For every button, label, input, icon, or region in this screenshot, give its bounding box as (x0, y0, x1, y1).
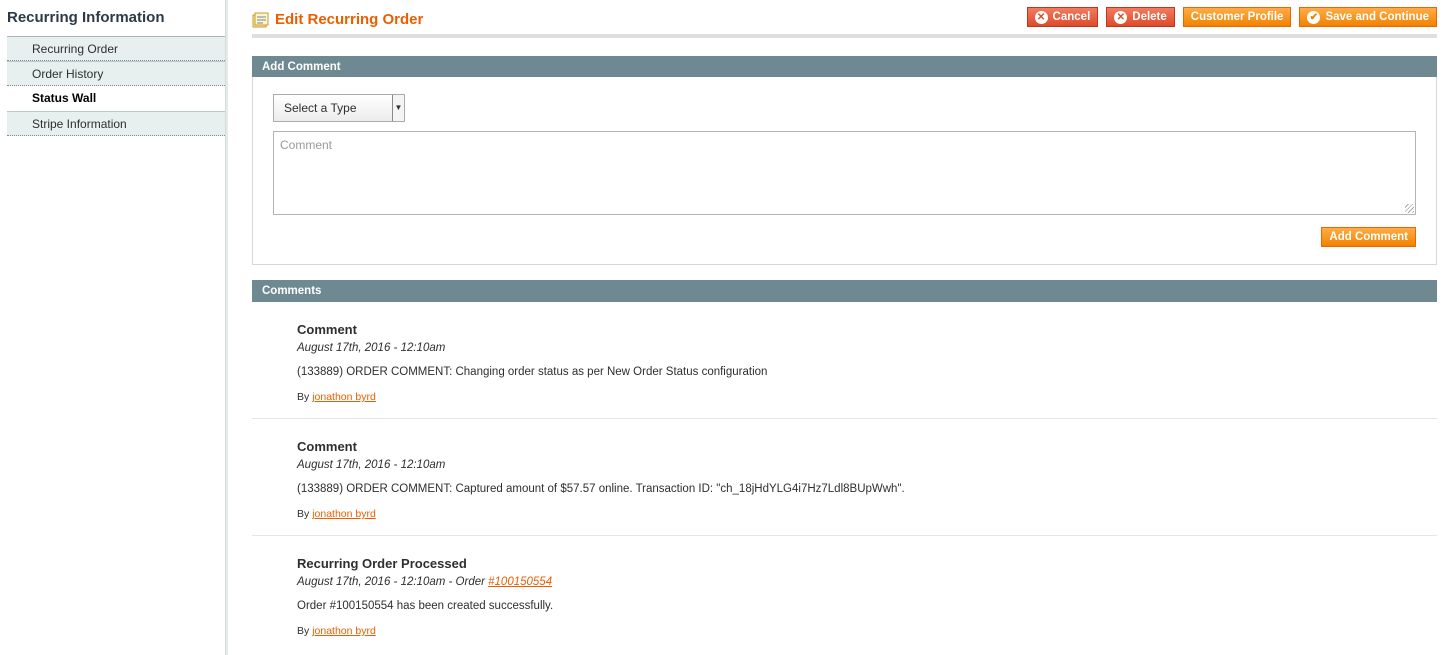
checkmark-icon: ✔ (1307, 10, 1321, 24)
delete-icon: ✕ (1114, 10, 1128, 24)
sidebar-divider (225, 0, 228, 655)
page-title: Edit Recurring Order (252, 11, 423, 28)
sidebar-item-stripe-information[interactable]: Stripe Information (7, 111, 227, 136)
delete-button[interactable]: ✕ Delete (1106, 7, 1175, 27)
comment-byline: By jonathon byrd (297, 391, 1437, 403)
comment-item: Comment August 17th, 2016 - 12:10am (133… (252, 419, 1437, 536)
comment-title: Comment (297, 439, 357, 454)
resize-grip-icon[interactable] (1405, 204, 1414, 213)
comment-title: Comment (297, 322, 357, 337)
comment-type-select[interactable]: Select a Type ▼ (273, 94, 405, 122)
comment-item: Recurring Order Processed August 17th, 2… (252, 536, 1437, 653)
add-comment-button-label: Add Comment (1329, 231, 1408, 243)
save-and-continue-button[interactable]: ✔ Save and Continue (1299, 7, 1437, 27)
save-and-continue-button-label: Save and Continue (1325, 11, 1429, 23)
comment-author-link[interactable]: jonathon byrd (312, 391, 376, 403)
dropdown-arrow-icon: ▼ (392, 95, 404, 121)
add-comment-section-header: Add Comment (252, 56, 1437, 78)
comment-placeholder: Comment (280, 138, 333, 152)
comment-text: (133889) ORDER COMMENT: Captured amount … (297, 483, 905, 495)
comment-author-link[interactable]: jonathon byrd (312, 508, 376, 520)
comment-type-selected: Select a Type (284, 101, 357, 115)
edit-order-icon (252, 12, 269, 27)
customer-profile-button[interactable]: Customer Profile (1182, 7, 1292, 27)
page-title-text: Edit Recurring Order (275, 11, 424, 28)
comments-list: Comment August 17th, 2016 - 12:10am (133… (252, 302, 1437, 653)
comment-textarea[interactable]: Comment (273, 131, 1416, 215)
sidebar-item-status-wall[interactable]: Status Wall (7, 86, 227, 111)
comment-date: August 17th, 2016 - 12:10am (297, 459, 446, 471)
delete-button-label: Delete (1132, 11, 1167, 23)
comment-date-text: August 17th, 2016 - 12:10am - Order (297, 576, 489, 588)
comment-author-link[interactable]: jonathon byrd (312, 625, 376, 637)
order-link[interactable]: #100150554 (488, 576, 552, 588)
comment-text: Order #100150554 has been created succes… (297, 600, 554, 612)
page-header: Edit Recurring Order ✕ Cancel ✕ Delete C… (252, 0, 1437, 38)
add-comment-form: Select a Type ▼ Comment Add Comment (252, 77, 1437, 265)
comment-byline: By jonathon byrd (297, 508, 1437, 520)
comment-byline: By jonathon byrd (297, 625, 1437, 637)
comment-item: Comment August 17th, 2016 - 12:10am (133… (252, 302, 1437, 419)
header-actions: ✕ Cancel ✕ Delete Customer Profile ✔ Sav… (1026, 7, 1437, 27)
sidebar-item-recurring-order[interactable]: Recurring Order (7, 36, 227, 61)
sidebar-nav: Recurring Order Order History Status Wal… (0, 36, 227, 136)
sidebar-item-order-history[interactable]: Order History (7, 61, 227, 86)
add-comment-button[interactable]: Add Comment (1321, 227, 1416, 247)
customer-profile-button-label: Customer Profile (1190, 11, 1284, 23)
comments-section-header: Comments (252, 280, 1437, 302)
sidebar-title: Recurring Information (7, 9, 165, 26)
comment-date: August 17th, 2016 - 12:10am - Order #100… (297, 576, 1437, 588)
comment-by-label: By (297, 625, 310, 637)
comment-text: (133889) ORDER COMMENT: Changing order s… (297, 366, 768, 378)
cancel-icon: ✕ (1034, 10, 1048, 24)
sidebar: Recurring Information Recurring Order Or… (0, 0, 227, 655)
cancel-button[interactable]: ✕ Cancel (1026, 7, 1099, 27)
cancel-button-label: Cancel (1052, 11, 1091, 23)
comment-by-label: By (297, 508, 310, 520)
comment-title: Recurring Order Processed (297, 556, 467, 571)
comment-date: August 17th, 2016 - 12:10am (297, 342, 446, 354)
comment-by-label: By (297, 391, 310, 403)
